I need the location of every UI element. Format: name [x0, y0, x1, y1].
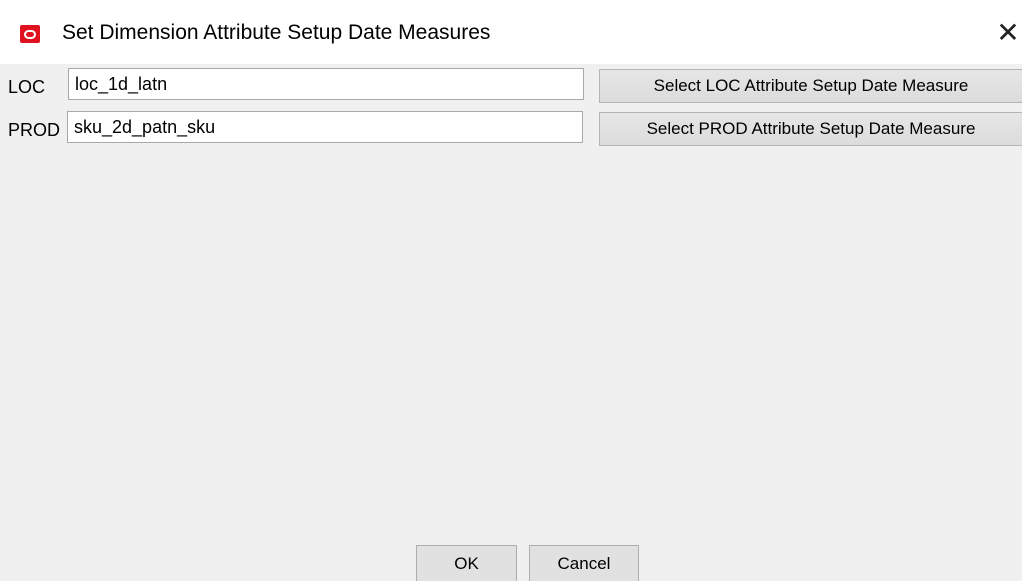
ok-button[interactable]: OK: [416, 545, 517, 581]
dialog-window: Set Dimension Attribute Setup Date Measu…: [0, 0, 1022, 581]
close-button[interactable]: ✕: [994, 14, 1022, 52]
prod-measure-input[interactable]: [67, 111, 583, 143]
cancel-button[interactable]: Cancel: [529, 545, 639, 581]
prod-row: PROD Select PROD Attribute Setup Date Me…: [0, 111, 1022, 147]
prod-label: PROD: [8, 120, 61, 140]
title-bar: Set Dimension Attribute Setup Date Measu…: [0, 0, 1022, 64]
loc-label: LOC: [8, 77, 46, 97]
loc-measure-input[interactable]: [68, 68, 584, 100]
oracle-logo-icon: [20, 25, 40, 43]
select-loc-measure-button[interactable]: Select LOC Attribute Setup Date Measure: [599, 69, 1022, 103]
select-prod-measure-button[interactable]: Select PROD Attribute Setup Date Measure: [599, 112, 1022, 146]
loc-row: LOC Select LOC Attribute Setup Date Meas…: [0, 68, 1022, 104]
dialog-title: Set Dimension Attribute Setup Date Measu…: [62, 21, 491, 44]
